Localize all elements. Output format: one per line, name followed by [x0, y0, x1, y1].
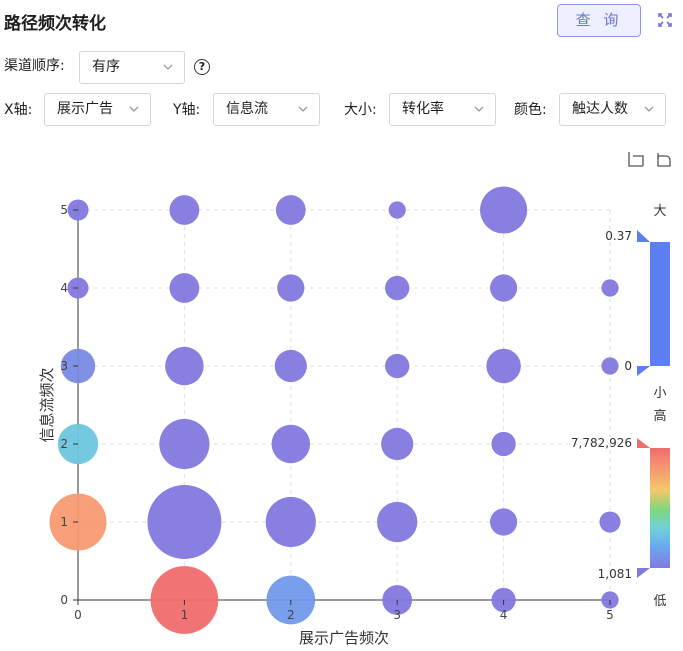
x-tick-label: 3	[393, 608, 401, 622]
bubble-point	[381, 427, 414, 461]
x-tick-label: 5	[606, 608, 614, 622]
x-axis-title: 展示广告频次	[299, 629, 389, 647]
color-legend-bar	[650, 448, 670, 568]
bubble-point	[601, 279, 619, 297]
size-legend-max-handle[interactable]	[637, 230, 650, 242]
bubble-point	[388, 201, 406, 219]
bubble-point	[169, 273, 200, 303]
crop-icon[interactable]	[628, 152, 644, 167]
bubble-point	[491, 431, 516, 457]
bubble-point	[165, 346, 204, 386]
size-legend-max-value: 0.37	[605, 229, 632, 243]
color-legend-max-label: 高	[653, 408, 666, 424]
size-legend-min-label: 小	[653, 386, 666, 401]
color-legend-min-label: 低	[653, 594, 666, 609]
bubble-point	[489, 508, 518, 536]
y-tick-label: 0	[60, 593, 68, 607]
bubble-point	[271, 424, 311, 464]
color-legend-min-value: 1,081	[598, 567, 632, 581]
bubble-point	[385, 275, 410, 301]
bubble-point	[489, 274, 518, 302]
size-legend-max-label: 大	[653, 204, 666, 219]
bubble-point	[265, 496, 316, 548]
color-legend-max-value: 7,782,926	[571, 436, 632, 450]
bubble-point	[147, 485, 222, 559]
bubble-point	[274, 349, 307, 383]
bubble-point	[599, 511, 621, 533]
x-tick-label: 1	[181, 608, 189, 622]
x-tick-label: 2	[287, 608, 295, 622]
bubble-chart: 展示广告频次 信息流频次 大 0.37 0 小 高 7,782,926 1,08…	[38, 152, 671, 647]
bubble-point	[480, 186, 528, 234]
bubble-point	[377, 501, 418, 543]
size-legend-min-value: 0	[624, 359, 632, 373]
bubble-point	[601, 357, 619, 375]
y-tick-label: 5	[60, 203, 68, 217]
y-tick-label: 2	[60, 437, 68, 451]
color-legend-min-handle[interactable]	[637, 568, 650, 578]
size-legend-min-handle[interactable]	[637, 366, 650, 376]
bubble-point	[385, 353, 410, 379]
bubble-point	[275, 195, 306, 225]
bubble-point	[486, 348, 521, 384]
y-tick-label: 3	[60, 359, 68, 373]
x-tick-label: 0	[74, 608, 82, 622]
color-legend-max-handle[interactable]	[637, 438, 650, 448]
y-tick-label: 4	[60, 281, 68, 295]
bubble-point	[277, 274, 305, 302]
undo-icon[interactable]	[657, 153, 671, 167]
y-tick-label: 1	[60, 515, 68, 529]
y-axis-title: 信息流频次	[38, 367, 56, 442]
bubble-point	[169, 195, 200, 225]
x-tick-label: 4	[500, 608, 508, 622]
bubble-point	[159, 418, 210, 470]
size-legend-bar	[650, 242, 670, 366]
